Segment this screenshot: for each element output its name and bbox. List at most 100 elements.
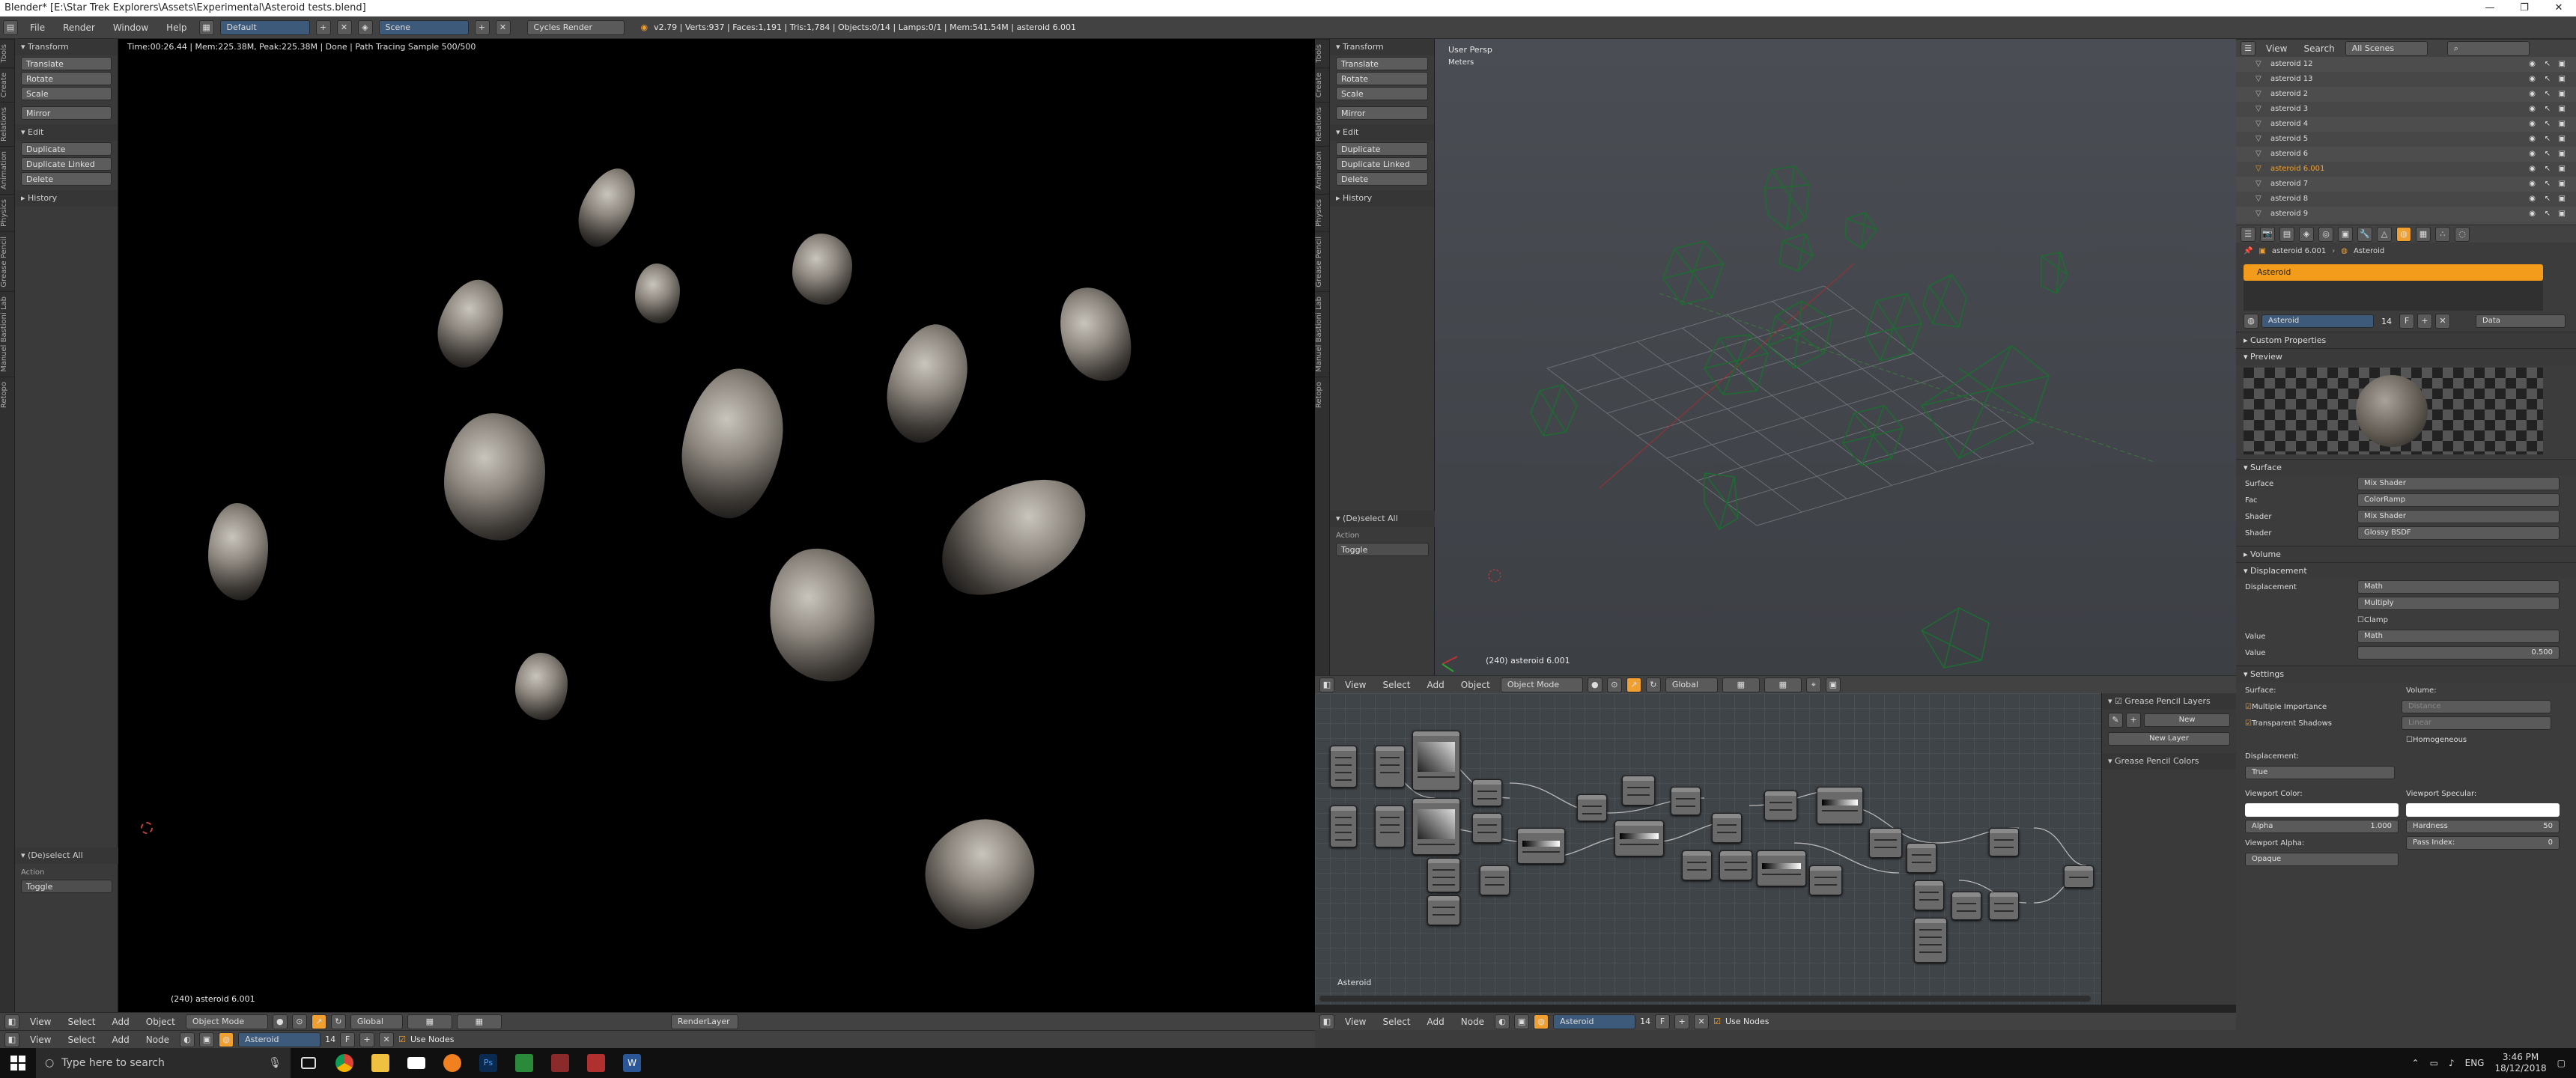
scale-button[interactable]: Scale (1336, 87, 1428, 100)
node[interactable] (1427, 858, 1460, 892)
mirror-button[interactable]: Mirror (1336, 106, 1428, 120)
tab-create[interactable]: Create (1315, 67, 1329, 102)
node[interactable] (1427, 895, 1460, 925)
editor-type-icon[interactable]: ◧ (4, 1032, 19, 1047)
taskbar-search[interactable]: ○ Type here to search 🎙 (36, 1048, 291, 1078)
shader2-select[interactable]: Glossy BSDF (2357, 526, 2560, 540)
material-output-node[interactable] (2064, 865, 2094, 888)
visibility-icon[interactable]: ◉ (2529, 102, 2536, 117)
shader-icon[interactable]: ◐ (180, 1032, 195, 1047)
screen-layout-field[interactable]: Default (219, 19, 310, 35)
tab-physics[interactable]: Physics (1315, 193, 1329, 231)
orientation-select[interactable]: Global (350, 1014, 403, 1029)
settings-section[interactable]: ▾ Settings (2236, 666, 2576, 682)
tab-grease-pencil[interactable]: Grease Pencil (0, 231, 14, 292)
editor-type-icon[interactable]: ☰ (2241, 40, 2255, 56)
use-nodes-checkbox[interactable]: ☑ (1713, 1017, 1721, 1026)
language-indicator[interactable]: ENG (2465, 1058, 2485, 1068)
add-material-icon[interactable]: + (1674, 1014, 1690, 1029)
tab-manuel-bastioni[interactable]: Manuel Bastioni Lab (1315, 291, 1329, 377)
custom-properties-section[interactable]: ▸ Custom Properties (2236, 332, 2576, 348)
volume-interp-select[interactable]: Linear (2401, 716, 2551, 730)
outliner-row[interactable]: ▽ asteroid 8 ◉ ↖ ▣ (2236, 192, 2576, 207)
node[interactable] (1375, 746, 1405, 788)
menu-file[interactable]: File (24, 22, 51, 33)
selectable-icon[interactable]: ↖ (2545, 72, 2551, 87)
selectable-icon[interactable]: ↖ (2545, 162, 2551, 177)
volume-section[interactable]: ▸ Volume (2236, 546, 2576, 562)
visibility-icon[interactable]: ◉ (2529, 132, 2536, 147)
add-material-icon[interactable]: + (359, 1032, 375, 1047)
menu-view[interactable]: View (2260, 43, 2293, 54)
pivot-icon[interactable]: ⊙ (1606, 677, 1622, 692)
scene-icon[interactable]: ◈ (357, 19, 373, 35)
minimize-button[interactable]: — (2473, 0, 2507, 16)
material-icon[interactable]: ◍ (1534, 1014, 1549, 1029)
tab-tools[interactable]: Tools (0, 39, 14, 67)
orientation-select[interactable]: Global (1665, 677, 1718, 692)
edit-panel-title[interactable]: ▾ Edit (1330, 124, 1434, 141)
mail-icon[interactable] (398, 1048, 434, 1078)
node[interactable] (1472, 813, 1502, 843)
viewport-specular-swatch[interactable] (2406, 803, 2560, 817)
material-slot-item[interactable]: Asteroid (2244, 264, 2543, 281)
visibility-icon[interactable]: ◉ (2529, 57, 2536, 72)
selectable-icon[interactable]: ↖ (2545, 207, 2551, 222)
rotate-manip-icon[interactable]: ↻ (1645, 677, 1661, 692)
render-icon[interactable]: ▣ (2559, 192, 2566, 207)
node[interactable] (1719, 850, 1752, 880)
node[interactable] (1712, 813, 1742, 843)
snap-icon[interactable]: ⌖ (1805, 677, 1821, 692)
visibility-icon[interactable]: ◉ (2529, 72, 2536, 87)
node[interactable] (1989, 828, 2019, 856)
selectable-icon[interactable]: ↖ (2545, 87, 2551, 102)
menu-view[interactable]: View (24, 1017, 57, 1027)
layers-tab-icon[interactable]: ▤ (2279, 226, 2294, 242)
maximize-button[interactable]: ❐ (2507, 0, 2542, 16)
menu-object[interactable]: Object (140, 1017, 181, 1027)
layers2-icon[interactable]: ▦ (456, 1014, 502, 1029)
microphone-icon[interactable]: 🎙 (268, 1057, 282, 1069)
menu-add[interactable]: Add (1421, 1017, 1450, 1027)
node[interactable] (1914, 918, 1947, 963)
tab-relations[interactable]: Relations (0, 101, 14, 146)
pencil-icon[interactable]: ✎ (2108, 713, 2123, 728)
menu-render[interactable]: Render (57, 22, 101, 33)
mode-select[interactable]: Object Mode (185, 1014, 268, 1029)
windows-start-icon[interactable] (0, 1048, 36, 1078)
physics-tab-icon[interactable]: ◌ (2455, 226, 2470, 242)
action-select[interactable]: Toggle (21, 880, 112, 893)
viewport-color-swatch[interactable] (2245, 803, 2399, 817)
volume-icon[interactable]: ♪ (2449, 1058, 2455, 1068)
editor-type-icon[interactable]: ☰ (2241, 226, 2255, 242)
layers-icon[interactable]: ▦ (407, 1014, 452, 1029)
add-icon[interactable]: + (2126, 713, 2141, 728)
outliner-scope-select[interactable]: All Scenes (2345, 40, 2428, 56)
outliner-row[interactable]: ▽ asteroid 12 ◉ ↖ ▣ (2236, 57, 2576, 72)
displacement-section[interactable]: ▾ Displacement (2236, 562, 2576, 579)
node[interactable] (1682, 850, 1712, 880)
screen-layout-icon[interactable]: ▦ (198, 19, 214, 35)
duplicate-linked-button[interactable]: Duplicate Linked (21, 157, 112, 171)
operation-select[interactable]: Multiply (2357, 597, 2560, 610)
render-engine-select[interactable]: Cycles Render (526, 19, 625, 35)
mis-checkbox[interactable]: ☑ (2245, 703, 2252, 711)
render-icon[interactable]: ▣ (2559, 162, 2566, 177)
node[interactable] (1989, 892, 2019, 920)
outliner-row[interactable]: ▽ asteroid 6.001 ◉ ↖ ▣ (2236, 162, 2576, 177)
colorramp-node[interactable] (1517, 828, 1565, 864)
selectable-icon[interactable]: ↖ (2545, 147, 2551, 162)
deselect-all-title[interactable]: ▾ (De)select All (1330, 511, 1435, 527)
blend-mode-select[interactable]: Opaque (2245, 853, 2399, 866)
tab-retopo[interactable]: Retopo (1315, 377, 1329, 413)
render-icon[interactable]: ▣ (2559, 147, 2566, 162)
render-icon[interactable]: ▣ (2559, 87, 2566, 102)
fake-user-icon[interactable]: F (340, 1032, 356, 1047)
render-viewport[interactable]: Time:00:26.44 | Mem:225.38M, Peak:225.38… (118, 39, 1315, 1012)
notifications-icon[interactable]: ▢ (2557, 1058, 2566, 1068)
editor-type-icon[interactable]: ▤ (3, 19, 18, 35)
material-icon[interactable]: ◍ (219, 1032, 234, 1047)
app-red2-icon[interactable] (578, 1048, 614, 1078)
surface-shader-select[interactable]: Mix Shader (2357, 477, 2560, 490)
cursor-3d-icon[interactable] (141, 822, 153, 834)
